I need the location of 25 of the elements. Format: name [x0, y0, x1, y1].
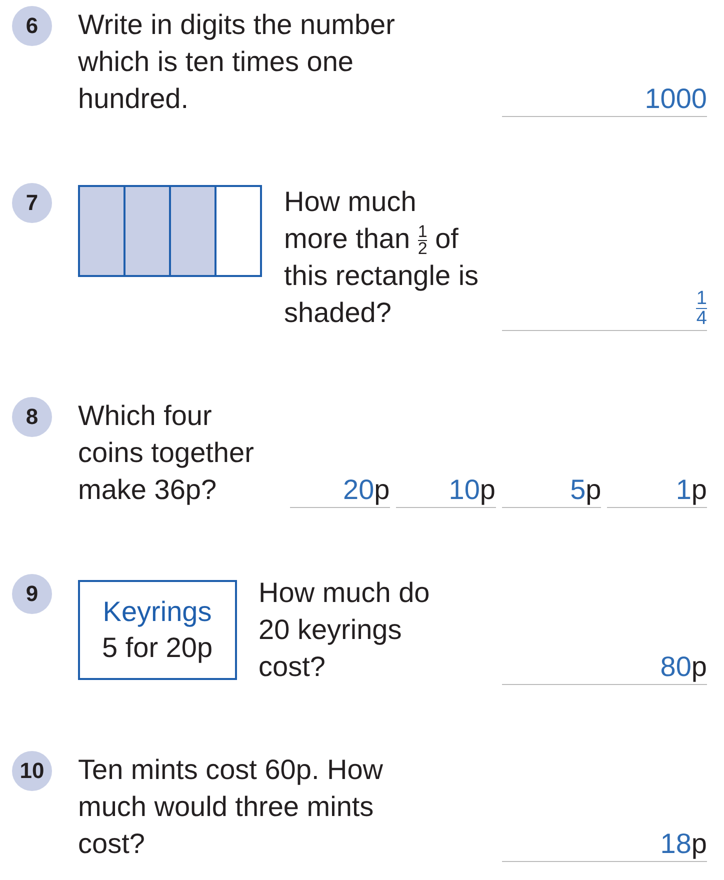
question-text: How much do 20 keyrings cost?	[258, 576, 431, 684]
unit-text: p	[480, 474, 496, 506]
question-text: Which four coins together make 36p?	[78, 399, 255, 508]
question-number: 10	[12, 751, 52, 792]
question-number: 9	[12, 574, 52, 614]
unit-text: p	[586, 474, 602, 506]
answer-text: 10	[448, 474, 480, 506]
sign-price: 5 for 20p	[102, 631, 213, 666]
unit-text: p	[374, 474, 390, 506]
answer-text: 1	[676, 474, 692, 506]
unit-text: p	[691, 474, 707, 506]
unit-text: p	[691, 828, 707, 860]
sign-title: Keyrings	[102, 595, 212, 630]
answer-text: 20	[343, 474, 374, 506]
question-text: Ten mints cost 60p. How much would three mints cost?	[78, 753, 384, 862]
question-number: 7	[12, 183, 52, 223]
answer-text: 18	[660, 828, 692, 860]
question-text: Write in digits the number which is ten times one hundred.	[78, 8, 396, 116]
answer-fraction: 1 4	[696, 289, 707, 330]
question-number: 8	[12, 397, 52, 438]
answer-text: 1000	[644, 83, 707, 114]
unit-text: p	[691, 651, 707, 682]
answer-text: 80	[660, 651, 692, 682]
answer-text: 5	[570, 474, 586, 506]
question-number: 6	[12, 6, 52, 46]
